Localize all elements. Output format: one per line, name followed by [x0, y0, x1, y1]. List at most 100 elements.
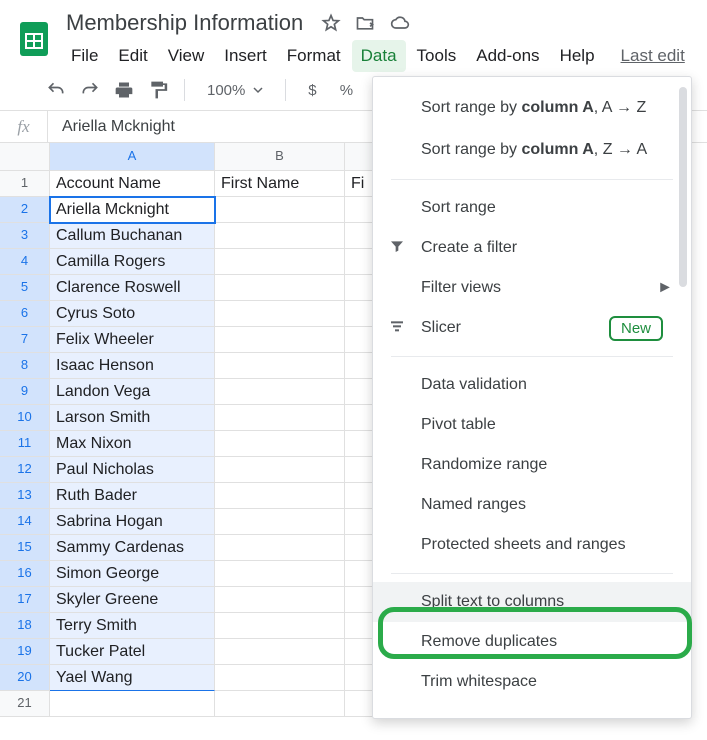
- cell[interactable]: Max Nixon: [50, 431, 215, 457]
- row-header[interactable]: 4: [0, 249, 50, 275]
- paint-format-icon[interactable]: [146, 78, 170, 102]
- menu-file[interactable]: File: [62, 40, 107, 72]
- col-header-b[interactable]: B: [215, 143, 345, 171]
- row-header[interactable]: 10: [0, 405, 50, 431]
- redo-icon[interactable]: [78, 78, 102, 102]
- last-edit-link[interactable]: Last edit: [612, 40, 694, 72]
- menu-addons[interactable]: Add-ons: [467, 40, 548, 72]
- menu-slicer[interactable]: Slicer New: [373, 308, 691, 348]
- cell[interactable]: [215, 483, 345, 509]
- cell[interactable]: Ariella Mcknight: [50, 197, 215, 223]
- cell[interactable]: [215, 509, 345, 535]
- cell[interactable]: [215, 327, 345, 353]
- cell[interactable]: Larson Smith: [50, 405, 215, 431]
- row-header[interactable]: 9: [0, 379, 50, 405]
- cell[interactable]: Account Name: [50, 171, 215, 197]
- menu-pivot-table[interactable]: Pivot table: [373, 405, 691, 445]
- cell[interactable]: [215, 275, 345, 301]
- menu-remove-duplicates[interactable]: Remove duplicates: [373, 622, 691, 662]
- row-header[interactable]: 14: [0, 509, 50, 535]
- row-header[interactable]: 12: [0, 457, 50, 483]
- cell[interactable]: Paul Nicholas: [50, 457, 215, 483]
- cell[interactable]: First Name: [215, 171, 345, 197]
- cell[interactable]: [215, 379, 345, 405]
- cell[interactable]: Sabrina Hogan: [50, 509, 215, 535]
- cell[interactable]: Skyler Greene: [50, 587, 215, 613]
- document-title[interactable]: Membership Information: [62, 8, 307, 38]
- row-header[interactable]: 20: [0, 665, 50, 691]
- move-icon[interactable]: [355, 13, 375, 33]
- row-header[interactable]: 11: [0, 431, 50, 457]
- cell[interactable]: Cyrus Soto: [50, 301, 215, 327]
- star-icon[interactable]: [321, 13, 341, 33]
- cell[interactable]: [215, 457, 345, 483]
- cell[interactable]: [215, 691, 345, 717]
- menu-filter-views[interactable]: Filter views ►: [373, 268, 691, 308]
- cell[interactable]: [215, 561, 345, 587]
- currency-button[interactable]: $: [300, 78, 324, 102]
- cell[interactable]: [215, 223, 345, 249]
- menu-named-ranges[interactable]: Named ranges: [373, 485, 691, 525]
- cell[interactable]: Tucker Patel: [50, 639, 215, 665]
- menu-protected-sheets[interactable]: Protected sheets and ranges: [373, 525, 691, 565]
- menu-randomize-range[interactable]: Randomize range: [373, 445, 691, 485]
- cell[interactable]: Terry Smith: [50, 613, 215, 639]
- cell[interactable]: Ruth Bader: [50, 483, 215, 509]
- percent-button[interactable]: %: [334, 78, 358, 102]
- cell[interactable]: [215, 301, 345, 327]
- menu-sort-range[interactable]: Sort range: [373, 188, 691, 228]
- select-all-corner[interactable]: [0, 143, 50, 171]
- menu-tools[interactable]: Tools: [408, 40, 466, 72]
- cell[interactable]: Isaac Henson: [50, 353, 215, 379]
- cell[interactable]: [215, 431, 345, 457]
- zoom-select[interactable]: 100%: [199, 82, 271, 99]
- cell[interactable]: [215, 639, 345, 665]
- menu-sort-za[interactable]: Sort range by column A, Z → A: [373, 129, 691, 171]
- row-header[interactable]: 13: [0, 483, 50, 509]
- row-header[interactable]: 15: [0, 535, 50, 561]
- formula-value[interactable]: Ariella Mcknight: [48, 118, 189, 136]
- row-header[interactable]: 1: [0, 171, 50, 197]
- cloud-icon[interactable]: [389, 13, 411, 33]
- row-header[interactable]: 18: [0, 613, 50, 639]
- cell[interactable]: Sammy Cardenas: [50, 535, 215, 561]
- cell[interactable]: [215, 353, 345, 379]
- undo-icon[interactable]: [44, 78, 68, 102]
- cell[interactable]: [215, 535, 345, 561]
- row-header[interactable]: 8: [0, 353, 50, 379]
- menu-split-text[interactable]: Split text to columns: [373, 582, 691, 622]
- cell[interactable]: [215, 197, 345, 223]
- menu-create-filter[interactable]: Create a filter: [373, 228, 691, 268]
- row-header[interactable]: 6: [0, 301, 50, 327]
- menu-insert[interactable]: Insert: [215, 40, 276, 72]
- menu-edit[interactable]: Edit: [109, 40, 156, 72]
- cell[interactable]: Camilla Rogers: [50, 249, 215, 275]
- menu-help[interactable]: Help: [551, 40, 604, 72]
- cell[interactable]: [50, 691, 215, 717]
- row-header[interactable]: 7: [0, 327, 50, 353]
- cell[interactable]: Yael Wang: [50, 665, 215, 691]
- menu-view[interactable]: View: [159, 40, 214, 72]
- cell[interactable]: Felix Wheeler: [50, 327, 215, 353]
- cell[interactable]: [215, 405, 345, 431]
- row-header[interactable]: 21: [0, 691, 50, 717]
- row-header[interactable]: 3: [0, 223, 50, 249]
- cell[interactable]: Landon Vega: [50, 379, 215, 405]
- cell[interactable]: Simon George: [50, 561, 215, 587]
- sheets-logo[interactable]: [12, 8, 56, 68]
- cell[interactable]: [215, 249, 345, 275]
- menu-data-validation[interactable]: Data validation: [373, 365, 691, 405]
- row-header[interactable]: 16: [0, 561, 50, 587]
- cell[interactable]: [215, 587, 345, 613]
- row-header[interactable]: 5: [0, 275, 50, 301]
- cell[interactable]: [215, 613, 345, 639]
- cell[interactable]: Clarence Roswell: [50, 275, 215, 301]
- menu-trim-whitespace[interactable]: Trim whitespace: [373, 662, 691, 702]
- row-header[interactable]: 2: [0, 197, 50, 223]
- menu-data[interactable]: Data: [352, 40, 406, 72]
- menu-sort-az[interactable]: Sort range by column A, A → Z: [373, 87, 691, 129]
- cell[interactable]: [215, 665, 345, 691]
- print-icon[interactable]: [112, 78, 136, 102]
- col-header-a[interactable]: A: [50, 143, 215, 171]
- row-header[interactable]: 17: [0, 587, 50, 613]
